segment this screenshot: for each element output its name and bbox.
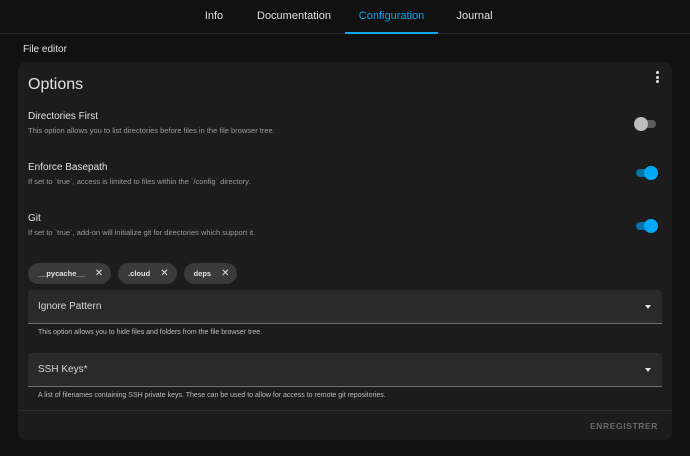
tab-journal[interactable]: Journal [443,0,506,34]
option-description: If set to `true`, add-on will initialize… [28,228,256,237]
close-icon[interactable]: ✕ [160,268,168,279]
card-divider [18,410,672,411]
tab-configuration[interactable]: Configuration [345,0,438,34]
option-git: Git If set to `true`, add-on will initia… [28,213,658,237]
option-title: Git [28,213,41,224]
select-label: SSH Keys* [38,364,88,375]
enforce-basepath-toggle[interactable] [634,166,658,180]
tab-info[interactable]: Info [184,0,244,34]
chip-cloud[interactable]: .cloud ✕ [118,263,177,284]
save-button[interactable]: ENREGISTRER [590,421,658,431]
ignore-pattern-chips: __pycache__ ✕ .cloud ✕ deps ✕ [28,263,238,284]
tab-bar: Info Documentation Configuration Journal [0,0,690,34]
chip-label: .cloud [128,269,151,278]
ssh-keys-select[interactable]: SSH Keys* [28,353,662,387]
option-title: Directories First [28,111,99,122]
option-description: If set to `true`, access is limited to f… [28,177,251,186]
chip-pycache[interactable]: __pycache__ ✕ [28,263,112,284]
chip-label: deps [193,269,212,278]
card-title: Options [28,76,84,93]
caret-down-icon [645,305,651,309]
option-title: Enforce Basepath [28,162,108,173]
options-card: Options Directories First This option al… [18,62,672,440]
select-label: Ignore Pattern [38,301,102,312]
option-enforce-basepath: Enforce Basepath If set to `true`, acces… [28,162,658,186]
close-icon[interactable]: ✕ [221,268,229,279]
ignore-pattern-select[interactable]: Ignore Pattern [28,290,662,324]
directories-first-toggle[interactable] [634,117,658,131]
option-directories-first: Directories First This option allows you… [28,111,658,135]
tab-documentation[interactable]: Documentation [249,0,339,34]
chip-deps[interactable]: deps ✕ [183,263,238,284]
chip-label: __pycache__ [38,269,85,278]
git-toggle[interactable] [634,219,658,233]
more-vertical-icon[interactable] [652,70,662,84]
caret-down-icon [645,368,651,372]
option-description: This option allows you to list directori… [28,126,275,135]
ignore-pattern-helper: This option allows you to hide files and… [38,329,263,336]
ssh-keys-helper: A list of filenames containing SSH priva… [38,392,386,399]
section-title: File editor [23,44,67,55]
close-icon[interactable]: ✕ [95,268,103,279]
